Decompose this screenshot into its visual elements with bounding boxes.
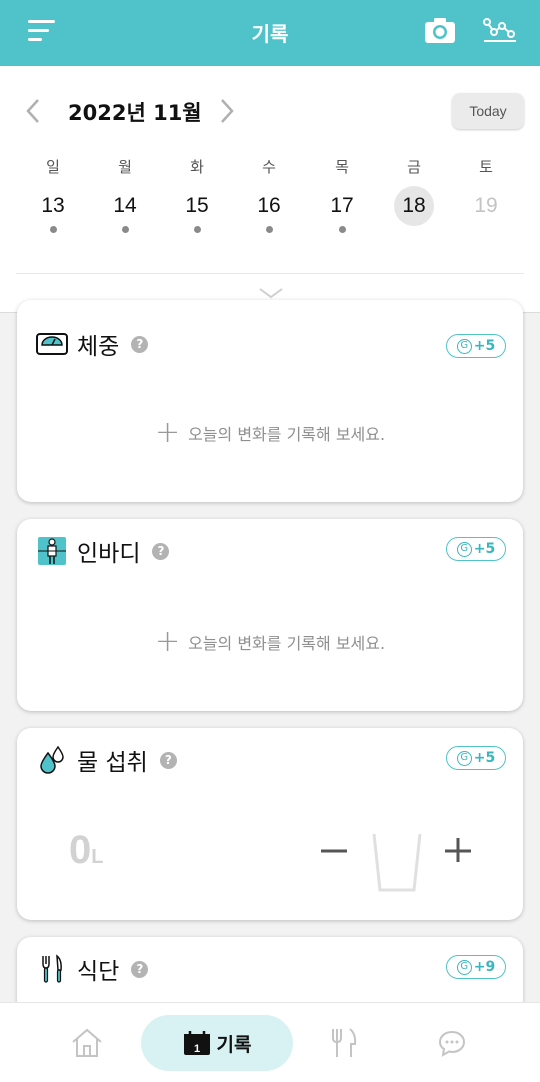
nav-record-tab[interactable]: 1 기록 [141, 1015, 293, 1071]
fork-knife-icon [35, 954, 69, 984]
date-number-selected: 18 [394, 186, 434, 226]
record-dot [338, 226, 346, 233]
today-button[interactable]: Today [452, 93, 524, 129]
day-of-week: 월 [118, 158, 132, 176]
calendar-icon: 1 [183, 1031, 210, 1055]
divider [16, 273, 524, 274]
day-of-week: 목 [335, 158, 349, 176]
date-number: 14 [113, 194, 137, 217]
add-record-button[interactable]: + 오늘의 변화를 기록해 보세요. [17, 627, 523, 657]
water-amount: 0L [69, 828, 103, 873]
add-record-text: 오늘의 변화를 기록해 보세요. [188, 425, 386, 444]
day-of-week: 수 [262, 158, 276, 176]
home-icon[interactable] [70, 1027, 104, 1059]
add-record-button[interactable]: + 오늘의 변화를 기록해 보세요. [17, 418, 523, 448]
points-value: +5 [473, 750, 496, 766]
date-number: 17 [330, 194, 354, 217]
help-icon[interactable]: ? [159, 751, 177, 769]
weight-card: 체중 ? G +5 + 오늘의 변화를 기록해 보세요. [17, 300, 523, 502]
card-header: 식단 ? [35, 951, 149, 987]
day-tue[interactable]: 화 15 [161, 156, 233, 236]
day-of-week: 토 [479, 158, 493, 176]
day-fri[interactable]: 금 18 [378, 156, 450, 236]
points-badge: G +5 [446, 746, 506, 770]
page-title: 기록 [251, 22, 289, 46]
record-dot [49, 226, 57, 233]
bottom-navigation: 1 기록 [0, 1002, 540, 1082]
camera-icon[interactable] [424, 16, 456, 44]
plus-icon: + [154, 415, 181, 450]
date-number: 16 [257, 194, 281, 217]
graph-icon[interactable] [483, 14, 517, 44]
help-icon[interactable]: ? [131, 960, 149, 978]
date-number-future: 19 [474, 194, 498, 217]
g-coin-icon: G [456, 338, 472, 354]
svg-text:1: 1 [193, 1043, 199, 1055]
card-header: 체중 ? [35, 326, 149, 362]
day-of-week: 일 [46, 158, 60, 176]
fork-knife-icon[interactable] [330, 1027, 358, 1059]
points-badge: G +5 [446, 334, 506, 358]
date-number: 15 [185, 194, 209, 217]
body-composition-icon [35, 536, 69, 566]
card-title: 체중 [77, 334, 120, 360]
g-coin-icon: G [456, 750, 472, 766]
inbody-card: 인바디 ? G +5 + 오늘의 변화를 기록해 보세요. [17, 519, 523, 711]
points-badge: G +9 [446, 955, 506, 979]
card-header: 물 섭취 ? [35, 742, 177, 778]
scale-icon [35, 329, 69, 359]
card-header: 인바디 ? [35, 533, 170, 569]
record-dot [193, 226, 201, 233]
water-drop-icon [35, 745, 69, 775]
day-of-week: 화 [190, 158, 204, 176]
month-title: 2022년 11월 [68, 101, 202, 125]
chevron-down-icon[interactable] [258, 286, 284, 300]
day-mon[interactable]: 월 14 [89, 156, 161, 236]
chat-icon[interactable] [437, 1029, 467, 1059]
minus-icon[interactable] [319, 832, 349, 862]
day-sat[interactable]: 토 19 [450, 156, 522, 236]
points-value: +5 [473, 541, 496, 557]
record-dot [121, 226, 129, 233]
day-thu[interactable]: 목 17 [306, 156, 378, 236]
points-value: +9 [473, 959, 496, 975]
g-coin-icon: G [456, 541, 472, 557]
cup-icon [372, 833, 422, 892]
help-icon[interactable]: ? [152, 542, 170, 560]
chevron-right-icon[interactable] [218, 97, 236, 125]
points-value: +5 [473, 338, 496, 354]
chevron-left-icon[interactable] [24, 97, 42, 125]
day-sun[interactable]: 일 13 [17, 156, 89, 236]
water-amount-value: 0 [69, 828, 92, 872]
water-card: 물 섭취 ? G +5 0L [17, 728, 523, 920]
card-title: 식단 [77, 959, 120, 985]
date-number: 13 [41, 194, 65, 217]
points-badge: G +5 [446, 537, 506, 561]
plus-icon: + [154, 624, 181, 659]
plus-icon[interactable] [443, 832, 473, 862]
week-row: 일 13 월 14 화 15 수 16 목 17 금 18 토 19 [17, 156, 523, 236]
nav-record-label: 기록 [216, 1033, 252, 1056]
add-record-text: 오늘의 변화를 기록해 보세요. [188, 634, 386, 653]
app-header: 기록 [0, 0, 540, 66]
card-title: 인바디 [77, 541, 141, 567]
record-dot [265, 226, 273, 233]
card-title: 물 섭취 [77, 750, 148, 776]
day-of-week: 금 [407, 158, 421, 176]
day-wed[interactable]: 수 16 [233, 156, 305, 236]
help-icon[interactable]: ? [131, 335, 149, 353]
water-unit: L [91, 846, 104, 868]
g-coin-icon: G [456, 959, 472, 975]
week-calendar: 2022년 11월 Today 일 13 월 14 화 15 수 16 목 17 [0, 66, 540, 313]
